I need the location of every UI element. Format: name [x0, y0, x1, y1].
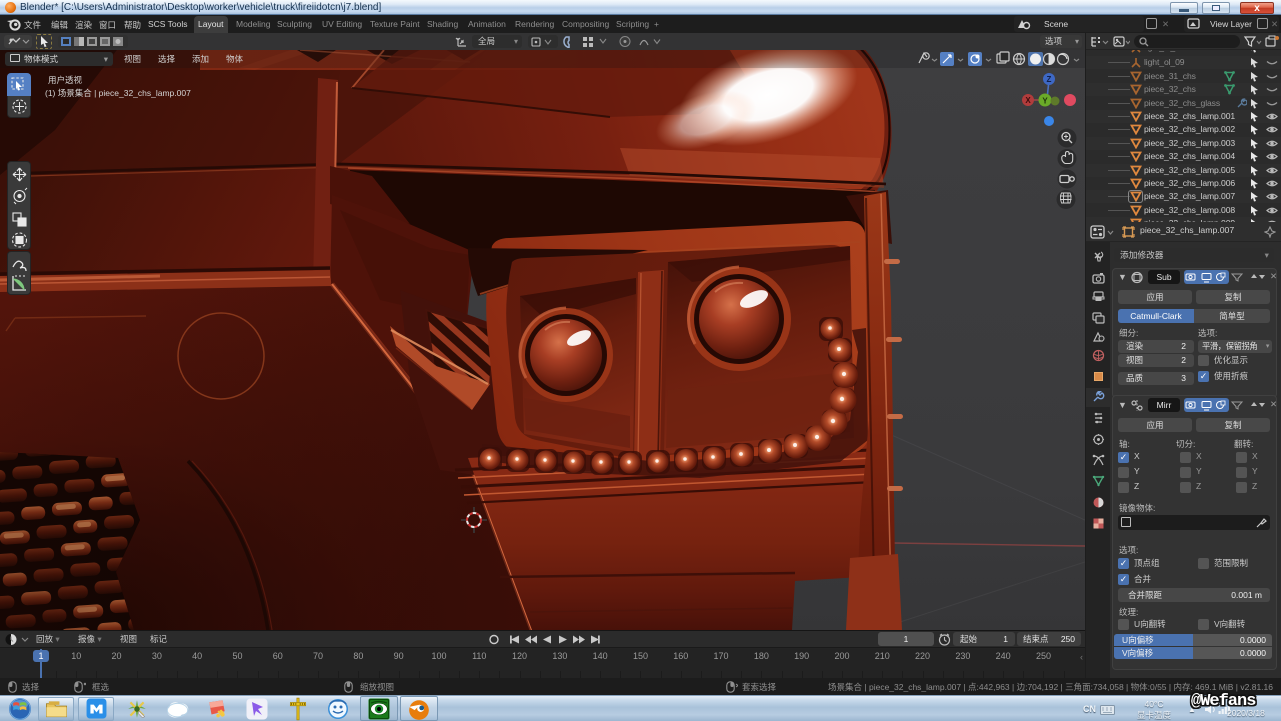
- svg-text:Z: Z: [1047, 75, 1052, 84]
- svg-text:X: X: [1025, 96, 1031, 105]
- svg-text:Y: Y: [1042, 97, 1048, 106]
